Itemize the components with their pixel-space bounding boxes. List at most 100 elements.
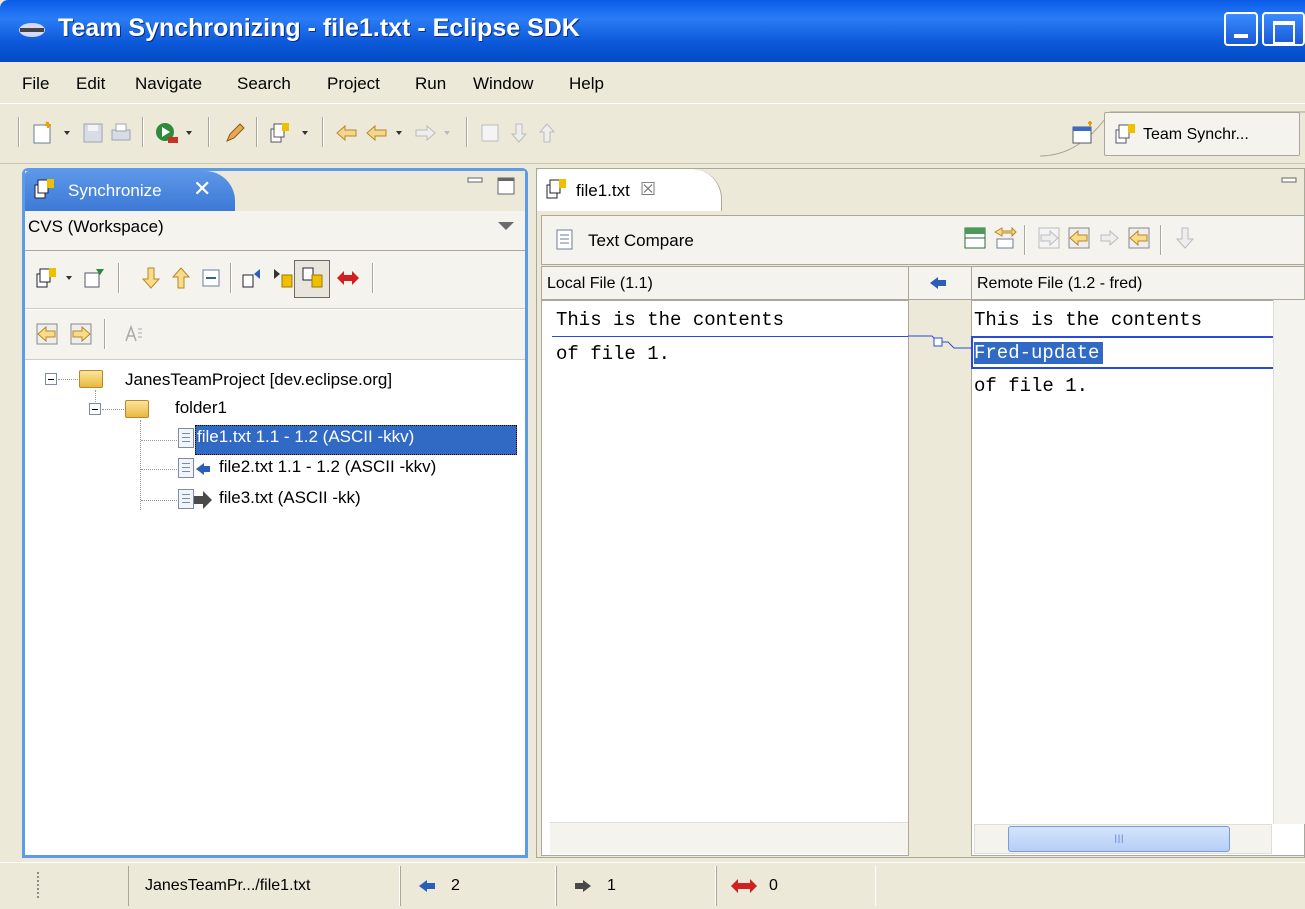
- local-hscrollbar[interactable]: [550, 822, 908, 854]
- status-conflicts: 0: [716, 866, 876, 906]
- menu-navigate[interactable]: Navigate: [135, 74, 202, 94]
- save-icon[interactable]: [80, 120, 106, 146]
- copy-all-icon[interactable]: [992, 225, 1018, 251]
- synchronize-icon: [34, 179, 54, 199]
- project-folder-icon: [79, 370, 103, 388]
- minimize-button[interactable]: [1224, 12, 1258, 46]
- copy-left-to-right-icon[interactable]: [1036, 225, 1062, 251]
- local-file-header: Local File (1.1): [541, 266, 909, 300]
- tree-item-project[interactable]: JanesTeamProject [dev.eclipse.org]: [125, 370, 392, 390]
- scope-label: CVS (Workspace): [28, 217, 164, 236]
- new-wizard-icon[interactable]: [30, 120, 56, 146]
- toolbar-separator: [208, 117, 210, 147]
- previous-difference-icon[interactable]: [168, 265, 194, 291]
- chevron-down-icon[interactable]: [438, 120, 464, 146]
- editor-tab-label: file1.txt: [576, 181, 630, 200]
- local-file-pane[interactable]: [541, 300, 909, 856]
- update-icon[interactable]: [34, 321, 60, 347]
- diff-connector: [908, 335, 972, 349]
- print-icon[interactable]: [108, 120, 134, 146]
- status-grip-icon[interactable]: [37, 872, 39, 898]
- view-menu-dropdown-icon[interactable]: [498, 222, 514, 230]
- outgoing-mode-icon[interactable]: [270, 265, 296, 291]
- toolbar-separator: [322, 117, 324, 147]
- next-difference-icon[interactable]: [506, 120, 532, 146]
- local-line-2: of file 1.: [556, 343, 671, 365]
- remote-hscroll-thumb[interactable]: III: [1008, 826, 1230, 852]
- minimize-view-icon[interactable]: [464, 172, 490, 198]
- tree-item-file3[interactable]: file3.txt (ASCII -kk): [219, 488, 361, 508]
- incoming-count: 2: [451, 877, 460, 894]
- folder-icon: [125, 400, 149, 418]
- maximize-button[interactable]: [1262, 12, 1305, 46]
- remote-line-1: This is the contents: [974, 309, 1203, 331]
- menu-run[interactable]: Run: [415, 74, 446, 94]
- menu-window[interactable]: Window: [473, 74, 533, 94]
- menu-edit[interactable]: Edit: [76, 74, 105, 94]
- menu-search[interactable]: Search: [237, 74, 291, 94]
- back-arrow-icon[interactable]: [364, 120, 390, 146]
- incoming-change-icon: [419, 880, 435, 892]
- incoming-change-icon: [196, 463, 210, 475]
- eclipse-app-icon: [19, 23, 45, 37]
- copy-all-right-to-left-icon[interactable]: [1126, 225, 1152, 251]
- synchronize-icon: [546, 179, 566, 199]
- diff-insertion-marker: [552, 336, 908, 337]
- maximize-view-icon[interactable]: [494, 172, 520, 198]
- previous-difference-icon[interactable]: [534, 120, 560, 146]
- forward-arrow-icon[interactable]: [412, 120, 438, 146]
- file-icon: [178, 428, 194, 448]
- toolbar-separator: [256, 117, 258, 147]
- menu-help[interactable]: Help: [569, 74, 604, 94]
- tree-item-file2[interactable]: file2.txt 1.1 - 1.2 (ASCII -kkv): [219, 457, 436, 477]
- menu-project[interactable]: Project: [327, 74, 380, 94]
- close-icon[interactable]: ✕: [193, 176, 211, 202]
- chevron-down-icon[interactable]: [180, 120, 206, 146]
- show-whitespace-icon[interactable]: [478, 120, 504, 146]
- status-incoming: 2: [400, 866, 556, 906]
- menu-file[interactable]: File: [22, 74, 49, 94]
- minimize-editor-icon[interactable]: [1278, 172, 1304, 198]
- close-icon[interactable]: ☒: [640, 179, 656, 200]
- synchronize-secondary-toolbar: [25, 310, 525, 360]
- toolbar-separator: [18, 117, 20, 147]
- collapse-toggle[interactable]: [89, 403, 101, 415]
- status-path: JanesTeamPr.../file1.txt: [128, 866, 400, 906]
- show-ancestor-pane-icon[interactable]: [962, 225, 988, 251]
- tree-item-file1[interactable]: file1.txt 1.1 - 1.2 (ASCII -kkv): [197, 427, 414, 447]
- window-title: Team Synchronizing - file1.txt - Eclipse…: [58, 14, 580, 42]
- incoming-direction-icon: [930, 277, 946, 289]
- toolbar-separator: [230, 263, 232, 293]
- incoming-mode-icon[interactable]: [240, 265, 266, 291]
- synchronize-icon[interactable]: [34, 265, 60, 291]
- outgoing-change-icon: [575, 880, 591, 892]
- local-line-1: This is the contents: [556, 309, 785, 331]
- conflicts-mode-icon[interactable]: [335, 265, 361, 291]
- incoming-outgoing-mode-icon: [302, 267, 323, 288]
- synchronize-tab-label: Synchronize: [68, 181, 162, 200]
- toolbar-separator: [1024, 225, 1026, 255]
- remote-vscrollbar[interactable]: [1273, 300, 1305, 824]
- open-perspective-icon[interactable]: [1070, 121, 1096, 147]
- compare-title: Text Compare: [588, 231, 694, 250]
- synchronize-icon[interactable]: [268, 120, 294, 146]
- chevron-down-icon[interactable]: [296, 120, 322, 146]
- tree-item-folder[interactable]: folder1: [175, 398, 227, 418]
- show-properties-icon[interactable]: [120, 321, 146, 347]
- pencil-icon[interactable]: [222, 120, 248, 146]
- perspective-label: Team Synchr...: [1143, 126, 1249, 143]
- next-difference-icon[interactable]: [1172, 225, 1198, 251]
- toolbar-separator: [118, 263, 120, 293]
- pin-icon[interactable]: [82, 265, 108, 291]
- toolbar-separator: [1160, 225, 1162, 255]
- next-difference-icon[interactable]: [138, 265, 164, 291]
- remote-file-header: Remote File (1.2 - fred): [971, 266, 1305, 300]
- toolbar-separator: [372, 263, 374, 293]
- commit-icon[interactable]: [68, 321, 94, 347]
- collapse-all-icon[interactable]: [198, 265, 224, 291]
- copy-current-right-to-left-icon[interactable]: [1066, 225, 1092, 251]
- run-external-tool-icon[interactable]: [154, 120, 180, 146]
- collapse-toggle[interactable]: [45, 373, 57, 385]
- last-edit-location-icon[interactable]: [334, 120, 360, 146]
- copy-current-left-to-right-icon[interactable]: [1096, 225, 1122, 251]
